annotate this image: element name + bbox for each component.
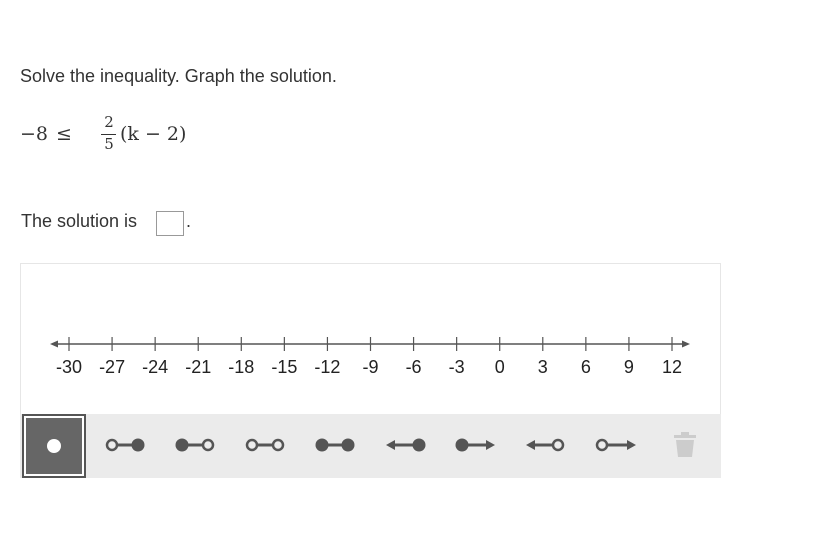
right-ray-open-tool-button[interactable]: [580, 414, 644, 478]
right-ray-closed-icon: [455, 438, 495, 452]
right-ray-open-icon: [595, 438, 636, 452]
closed-closed-segment-tool-button[interactable]: [300, 414, 364, 478]
question-prompt: Solve the inequality. Graph the solution…: [20, 66, 337, 86]
number-line-tick-label: 3: [538, 357, 548, 377]
number-line-tick-label: -21: [185, 357, 211, 377]
number-line-tick-label: -27: [99, 357, 125, 377]
fraction-denominator: 5: [104, 135, 114, 153]
number-line-tick-label: 9: [624, 357, 634, 377]
number-line-tick-label: -24: [142, 357, 168, 377]
closed-open-segment-tool-button[interactable]: [160, 414, 224, 478]
number-line-tick-label: 12: [662, 357, 682, 377]
solution-period: .: [186, 211, 192, 231]
inequality-lhs: −8: [20, 123, 49, 145]
number-line-tick-label: -18: [228, 357, 254, 377]
open-open-segment-icon: [245, 438, 285, 452]
number-line[interactable]: -30 -27 -24 -21 -18 -15 -12 -9 -6 -3 0 3 6 9 12: [21, 264, 722, 414]
number-line-tick-label: -3: [449, 357, 465, 377]
graph-toolbar: [20, 414, 721, 478]
open-open-segment-tool-button[interactable]: [230, 414, 294, 478]
right-ray-closed-tool-button[interactable]: [440, 414, 504, 478]
point-tool-button[interactable]: [22, 414, 86, 478]
closed-closed-segment-icon: [315, 438, 355, 452]
trash-icon: [674, 432, 696, 457]
inequality-relation: ≤: [56, 123, 72, 145]
fraction-numerator: 2: [104, 113, 114, 131]
delete-tool-button[interactable]: [652, 414, 716, 478]
open-closed-segment-tool-button[interactable]: [90, 414, 154, 478]
solution-label: The solution is: [21, 211, 138, 231]
number-line-tick-label: -9: [362, 357, 378, 377]
left-arrow-icon: [50, 340, 58, 348]
closed-open-segment-icon: [175, 438, 215, 452]
left-ray-open-tool-button[interactable]: [510, 414, 574, 478]
open-closed-segment-icon: [105, 438, 145, 452]
solution-answer-input[interactable]: [156, 211, 184, 236]
right-arrow-icon: [682, 340, 690, 348]
number-line-tick-label: -12: [314, 357, 340, 377]
inequality-rhs: (k − 2): [120, 123, 187, 145]
number-line-tick-label: 0: [495, 357, 505, 377]
number-line-tick-label: 6: [581, 357, 591, 377]
left-ray-open-icon: [526, 438, 565, 452]
left-ray-closed-tool-button[interactable]: [370, 414, 434, 478]
left-ray-closed-icon: [386, 438, 426, 452]
number-line-tick-label: -6: [406, 357, 422, 377]
number-line-tick-label: -30: [56, 357, 82, 377]
number-line-tick-label: -15: [271, 357, 297, 377]
closed-point-icon: [47, 439, 61, 453]
